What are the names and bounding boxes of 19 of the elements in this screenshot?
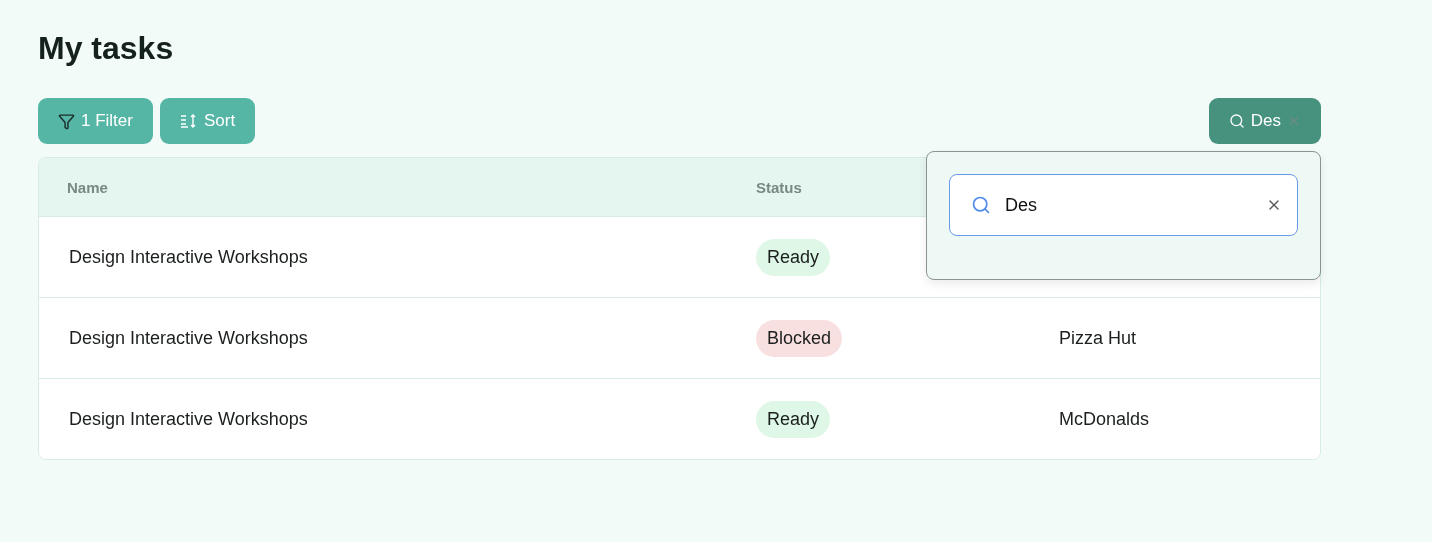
column-header: Name	[67, 178, 109, 196]
search-icon	[1228, 113, 1245, 129]
close-icon	[1287, 114, 1301, 128]
table-cell-text: Pizza Hut	[1058, 327, 1138, 349]
sort-icon	[179, 113, 198, 129]
table-cell-text: Design Interactive Workshops	[68, 408, 309, 430]
table-cell-text: Design Interactive Workshops	[68, 327, 309, 349]
column-header: Status	[756, 178, 803, 196]
filter-icon	[58, 112, 75, 130]
page-title: My tasks	[38, 29, 175, 68]
status-badge: Blocked	[756, 319, 843, 357]
status-badge: Ready	[756, 238, 831, 276]
sort-button[interactable]: Sort	[159, 98, 256, 144]
status-badge: Ready	[756, 400, 831, 438]
search-field[interactable]: Des	[949, 174, 1298, 236]
table-cell-text: Design Interactive Workshops	[68, 246, 309, 268]
table-cell-text: McDonalds	[1058, 408, 1151, 430]
filter-button[interactable]: 1 Filter	[38, 98, 153, 144]
search-button[interactable]: Des	[1208, 98, 1321, 144]
